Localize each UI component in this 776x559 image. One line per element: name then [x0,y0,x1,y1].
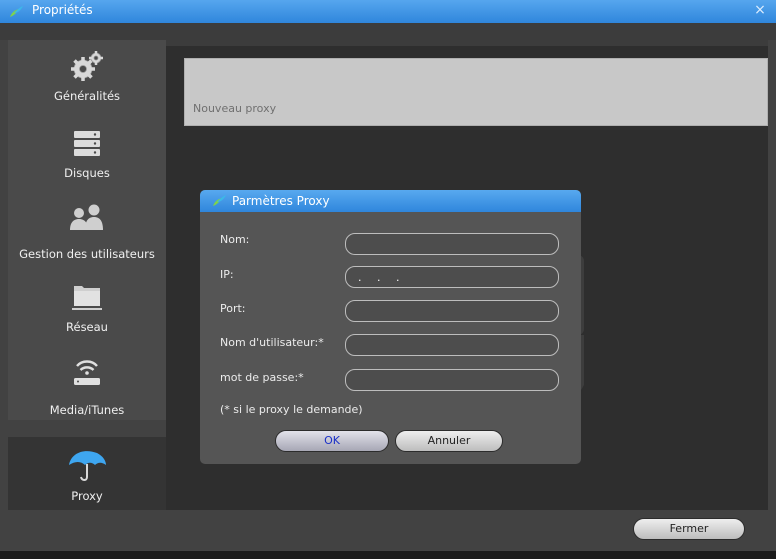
field-label-nom: Nom: [220,233,250,246]
field-label-nom-utilisateur: Nom d'utilisateur:* [220,336,324,349]
app-logo-icon [10,6,23,17]
cancel-button[interactable]: Annuler [395,430,503,452]
sidebar-item-label: Gestion des utilisateurs [19,247,155,261]
umbrella-icon [69,451,106,481]
port-input[interactable] [345,300,559,322]
sidebar-item-gestion-utilisateurs[interactable]: Gestion des utilisateurs [8,192,166,268]
sidebar-item-label: Généralités [53,89,121,103]
window-title: Propriétés [32,3,93,17]
sidebar-item-disques[interactable]: Disques [8,116,166,192]
wifi-router-icon [74,360,100,385]
field-label-ip: IP: [220,268,234,281]
frame-top [0,23,776,40]
dialog-title-bar: Parmètres Proxy [200,190,581,212]
sidebar-item-label: Proxy [71,489,103,503]
list-item[interactable]: Nouveau proxy [193,102,276,115]
taskbar-strip [0,551,776,559]
properties-window: Propriétés × Généralités Disques Gestion… [0,0,776,559]
nom-input[interactable] [345,233,559,255]
users-icon [70,204,103,230]
close-icon[interactable]: × [752,2,768,20]
ok-button[interactable]: OK [275,430,389,452]
required-note: (* si le proxy le demande) [220,403,363,416]
content-top-strip [166,40,768,46]
proxy-settings-dialog: Parmètres Proxy Nom: IP: Port: Nom d'uti… [200,190,581,464]
field-label-mot-de-passe: mot de passe:* [220,371,304,384]
server-disks-icon [74,131,100,156]
sidebar-item-label: Media/iTunes [49,403,125,417]
field-label-port: Port: [220,302,246,315]
sidebar-item-label: Disques [64,166,110,180]
close-button[interactable]: Fermer [633,518,745,540]
sidebar-item-proxy[interactable]: Proxy [8,437,166,510]
proxy-list[interactable]: Nouveau proxy [184,58,768,126]
sidebar-item-label: Réseau [66,320,108,334]
username-input[interactable] [345,334,559,356]
gears-icon [71,51,103,81]
title-bar: Propriétés × [0,0,776,23]
password-input[interactable] [345,369,559,391]
dialog-title: Parmètres Proxy [232,194,330,208]
sidebar: Généralités Disques Gestion des utilisat… [8,40,166,510]
sidebar-item-reseau[interactable]: Réseau [8,268,166,344]
ip-input[interactable] [345,266,559,288]
sidebar-item-generalites[interactable]: Généralités [8,40,166,116]
app-logo-icon [213,195,226,206]
network-folder-icon [72,286,102,310]
sidebar-item-media-itunes[interactable]: Media/iTunes [8,344,166,420]
